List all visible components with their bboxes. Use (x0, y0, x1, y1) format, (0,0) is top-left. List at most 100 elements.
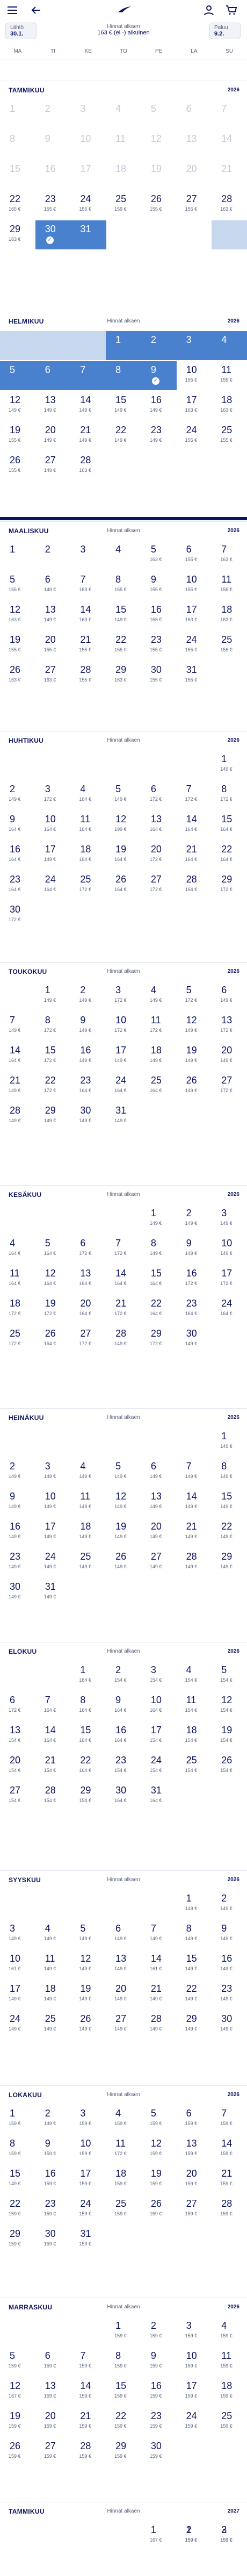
calendar-day[interactable]: 10 172 € (106, 1011, 141, 1041)
calendar-day[interactable]: 23 149 € (0, 1548, 35, 1577)
calendar-day[interactable]: 26 163 € (0, 661, 35, 690)
calendar-day[interactable]: 22 149 € (106, 421, 141, 450)
calendar-day[interactable]: 15 159 € (106, 2377, 141, 2406)
calendar-day[interactable]: 27 149 € (141, 1548, 177, 1577)
calendar-day[interactable]: 17 163 € (177, 391, 212, 420)
calendar-day[interactable]: 16 149 € (0, 1518, 35, 1547)
calendar-day[interactable]: 10 159 € (177, 2347, 212, 2376)
calendar-day[interactable]: 12 154 € (212, 1691, 247, 1720)
calendar-day[interactable]: 26 149 € (106, 1548, 141, 1577)
calendar-day[interactable]: 12 149 € (70, 1950, 106, 1979)
calendar-day[interactable]: 30 ✓ (35, 220, 71, 249)
calendar-day[interactable]: 6 149 € (212, 981, 247, 1010)
calendar-day[interactable]: 11 159 € (212, 2347, 247, 2376)
calendar-day[interactable]: 5 163 € (141, 541, 177, 570)
calendar-day[interactable]: 2 159 € (177, 2521, 212, 2550)
calendar-day[interactable]: 31 (70, 220, 106, 249)
calendar-day[interactable]: 25 155 € (212, 631, 247, 660)
calendar-day[interactable]: 21 149 € (70, 421, 106, 450)
airline-logo-icon[interactable] (117, 4, 132, 17)
calendar-day[interactable]: 16 172 € (177, 1265, 212, 1294)
calendar-day[interactable]: 30 149 € (0, 1578, 35, 1607)
calendar-day[interactable]: 16 159 € (35, 2165, 71, 2194)
calendar-day[interactable]: 30 159 € (35, 2225, 71, 2254)
calendar-day[interactable]: 22 159 € (106, 2407, 141, 2436)
calendar-day[interactable]: 6 159 € (177, 2105, 212, 2134)
calendar-day[interactable]: 4 149 € (70, 1458, 106, 1487)
calendar-day[interactable]: 8 172 € (212, 780, 247, 809)
calendar-day[interactable]: 17 149 € (106, 1042, 141, 1071)
calendar-day[interactable]: 6 159 € (35, 2347, 71, 2376)
calendar-day[interactable]: 18 163 € (212, 391, 247, 420)
calendar-day[interactable]: 4 (212, 331, 247, 360)
calendar-day[interactable]: 5 149 € (106, 1458, 141, 1487)
calendar-day[interactable]: 18 149 € (35, 1980, 71, 2009)
calendar-day[interactable]: 21 149 € (177, 1518, 212, 1547)
calendar-day[interactable]: 26 149 € (70, 2010, 106, 2039)
calendar-day[interactable]: 20 149 € (141, 1518, 177, 1547)
calendar-day[interactable]: 16 159 € (141, 2377, 177, 2406)
calendar-day[interactable]: 28 149 € (0, 1102, 35, 1131)
calendar-day[interactable]: 14 159 € (70, 2377, 106, 2406)
calendar-day[interactable]: 1 149 € (212, 750, 247, 779)
calendar-day[interactable]: 19 155 € (0, 421, 35, 450)
calendar-day[interactable]: 31 155 € (177, 661, 212, 690)
calendar-day[interactable]: 24 154 € (141, 1752, 177, 1781)
calendar-day[interactable]: 3 154 € (141, 1661, 177, 1690)
calendar-day[interactable]: 27 154 € (0, 1782, 35, 1811)
calendar-day[interactable]: 8 159 € (106, 2347, 141, 2376)
calendar-day[interactable]: 7 172 € (177, 780, 212, 809)
calendar-day[interactable]: 3 172 € (35, 780, 71, 809)
calendar-day[interactable]: 7 172 € (106, 1235, 141, 1264)
calendar-day[interactable]: 3 159 € (212, 2521, 247, 2550)
calendar-day[interactable]: 31 159 € (70, 2225, 106, 2254)
calendar-day[interactable]: 4 164 € (0, 1235, 35, 1264)
calendar-day[interactable]: 22 159 € (0, 2195, 35, 2224)
calendar-day[interactable]: 3 159 € (70, 2105, 106, 2134)
calendar-day[interactable]: 5 (0, 361, 36, 390)
calendar-day[interactable]: 22 149 € (212, 1518, 247, 1547)
calendar-day[interactable]: 29 149 € (35, 1102, 71, 1131)
calendar-day[interactable]: 26 164 € (106, 871, 141, 900)
calendar-day[interactable]: 29 163 € (106, 661, 141, 690)
calendar-day[interactable]: 15 149 € (106, 391, 141, 420)
calendar-day[interactable]: 7 149 € (0, 1011, 35, 1041)
calendar-day[interactable]: 2 149 € (70, 981, 106, 1010)
calendar-day[interactable]: 14 164 € (106, 1265, 141, 1294)
calendar-day[interactable]: 11 172 € (141, 1011, 177, 1041)
calendar-day[interactable]: 1 159 € (0, 2105, 35, 2134)
calendar-day[interactable]: 2 159 € (141, 2317, 177, 2346)
calendar-day[interactable]: 12 159 € (141, 2135, 177, 2164)
calendar-day[interactable]: 29 159 € (106, 2437, 141, 2466)
calendar-day[interactable]: 10 149 € (212, 1235, 247, 1264)
calendar-day[interactable]: 18 172 € (0, 1295, 35, 1324)
calendar-day[interactable]: 3 172 € (106, 981, 141, 1010)
calendar-day[interactable]: 7 149 € (141, 1920, 177, 1949)
calendar-day[interactable]: 6 155 € (177, 541, 212, 570)
user-icon[interactable] (202, 4, 216, 17)
calendar-day[interactable]: 18 149 € (141, 1042, 177, 1071)
calendar-day[interactable]: 27 172 € (141, 871, 177, 900)
calendar-day[interactable]: 24 164 € (35, 871, 71, 900)
calendar-day[interactable]: 15 172 € (35, 1042, 71, 1071)
calendar-day[interactable]: 31 164 € (141, 1782, 177, 1811)
calendar-day[interactable]: 14 164 € (0, 1042, 35, 1071)
calendar-day[interactable]: 17 159 € (177, 2377, 212, 2406)
calendar-day[interactable]: 20 149 € (212, 1042, 247, 1071)
calendar-day[interactable]: 28 154 € (35, 1782, 71, 1811)
calendar-day[interactable]: 13 164 € (70, 1265, 106, 1294)
calendar-day[interactable]: 9 ✓ (141, 361, 177, 390)
calendar-day[interactable]: 8 155 € (106, 571, 141, 600)
calendar-day[interactable]: 19 149 € (106, 1518, 141, 1547)
calendar-day[interactable]: 26 155 € (141, 190, 177, 219)
calendar-day[interactable]: 9 149 € (70, 1011, 106, 1041)
calendar-day[interactable]: 23 155 € (141, 631, 177, 660)
calendar-day[interactable]: 7 163 € (212, 541, 247, 570)
calendar-day[interactable]: 17 149 € (35, 841, 71, 870)
depart-date-field[interactable]: Lähtö 30.1. (5, 23, 37, 39)
calendar-day[interactable]: 14 163 € (70, 601, 106, 630)
calendar-day[interactable]: 6 172 € (0, 1691, 35, 1720)
calendar-day[interactable]: 19 159 € (0, 2407, 35, 2436)
calendar-day[interactable]: 10 164 € (141, 1691, 177, 1720)
calendar-day[interactable]: 18 149 € (70, 1518, 106, 1547)
